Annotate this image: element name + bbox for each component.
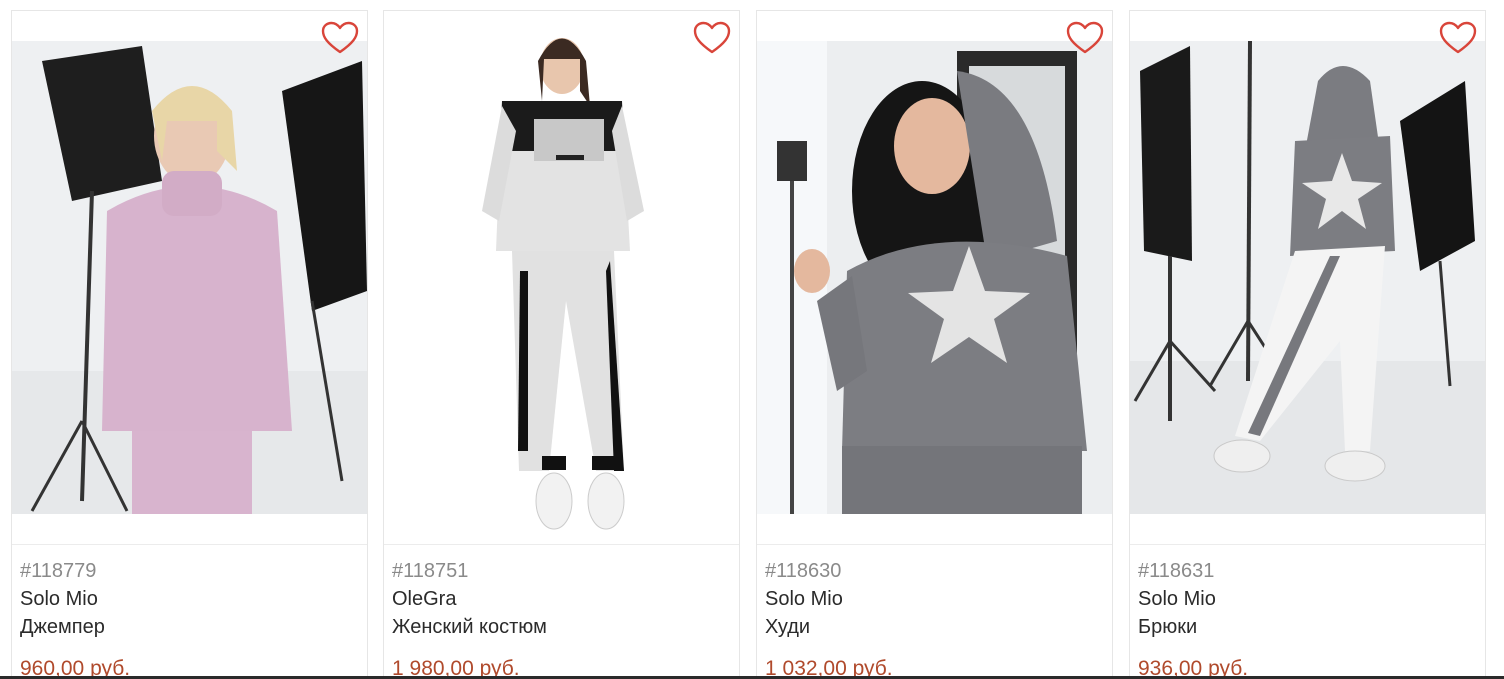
product-info: #118751 OleGra Женский костюм 1 980,00 р… (392, 557, 731, 679)
product-photo[interactable] (384, 11, 739, 544)
product-name[interactable]: Джемпер (20, 613, 359, 641)
product-info: #118630 Solo Mio Худи 1 032,00 руб. (765, 557, 1104, 679)
divider (12, 544, 367, 545)
favorite-heart-icon[interactable] (693, 21, 731, 55)
favorite-heart-icon[interactable] (1439, 21, 1477, 55)
product-sku: #118779 (20, 560, 97, 582)
product-photo[interactable] (1130, 41, 1485, 514)
product-brand: Solo Mio (765, 588, 843, 610)
product-sku: #118631 (1138, 560, 1215, 582)
product-brand: OleGra (392, 588, 457, 610)
product-name[interactable]: Худи (765, 613, 1104, 641)
product-card[interactable]: #118779 Solo Mio Джемпер 960,00 руб. (11, 10, 368, 679)
favorite-heart-icon[interactable] (1066, 21, 1104, 55)
product-card[interactable]: #118631 Solo Mio Брюки 936,00 руб. (1129, 10, 1486, 679)
product-card[interactable]: #118630 Solo Mio Худи 1 032,00 руб. (756, 10, 1113, 679)
product-photo[interactable] (757, 41, 1112, 514)
product-brand: Solo Mio (20, 588, 98, 610)
divider (1130, 544, 1485, 545)
product-info: #118631 Solo Mio Брюки 936,00 руб. (1138, 557, 1477, 679)
product-sku: #118751 (392, 560, 469, 582)
product-brand: Solo Mio (1138, 588, 1216, 610)
product-photo[interactable] (12, 41, 367, 514)
divider (757, 544, 1112, 545)
product-name[interactable]: Брюки (1138, 613, 1477, 641)
product-grid: #118779 Solo Mio Джемпер 960,00 руб. #11… (0, 0, 1504, 679)
favorite-heart-icon[interactable] (321, 21, 359, 55)
product-name[interactable]: Женский костюм (392, 613, 731, 641)
product-card[interactable]: #118751 OleGra Женский костюм 1 980,00 р… (383, 10, 740, 679)
product-sku: #118630 (765, 560, 842, 582)
divider (384, 544, 739, 545)
product-info: #118779 Solo Mio Джемпер 960,00 руб. (20, 557, 359, 679)
